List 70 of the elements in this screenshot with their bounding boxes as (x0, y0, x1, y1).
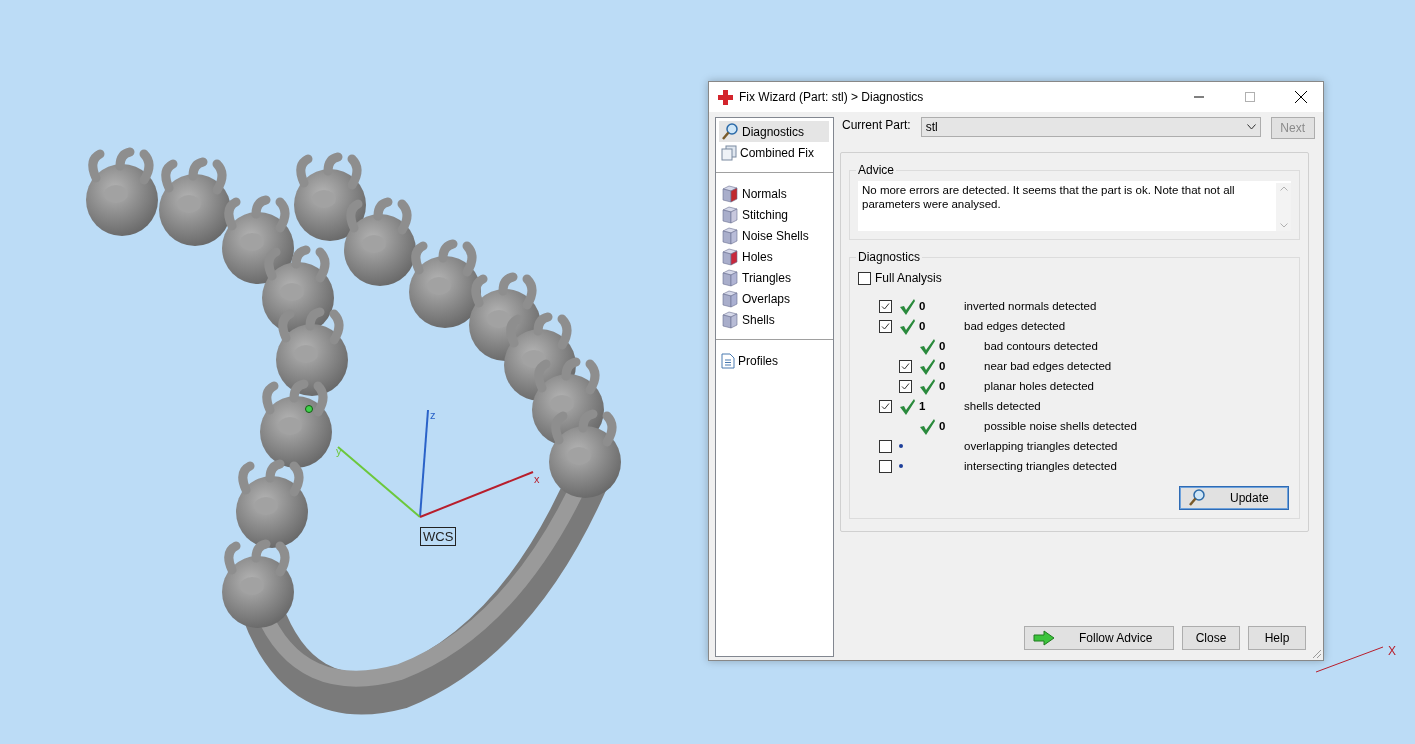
field-label: Current Part: (842, 117, 911, 132)
checkbox[interactable] (858, 271, 871, 285)
diagnostic-label: near bad edges detected (984, 360, 1112, 372)
diagnostic-label: planar holes detected (984, 380, 1094, 392)
nav-item[interactable]: Shells (719, 309, 829, 330)
dialog-button[interactable]: Close (1182, 626, 1240, 650)
nav-item[interactable]: Profiles (719, 350, 829, 371)
update-button[interactable]: Update (1179, 486, 1289, 510)
axis-label: x (534, 473, 540, 485)
checkbox[interactable] (899, 379, 912, 393)
diagnostic-label: overlapping triangles detected (964, 440, 1118, 452)
axis-label: z (430, 409, 436, 421)
diagnostic-label: inverted normals detected (964, 300, 1097, 312)
window-title: Fix Wizard (Part: stl) > Diagnostics (739, 90, 925, 104)
close-icon (1294, 91, 1307, 103)
diagnostic-label: shells detected (964, 400, 1041, 412)
checkbox[interactable] (899, 359, 912, 373)
follow-advice-button[interactable]: Follow Advice (1024, 626, 1174, 650)
count-value: 0 (919, 300, 926, 312)
cube-icon (721, 205, 739, 224)
chevron-down-icon (1279, 223, 1288, 228)
cube-icon (721, 289, 739, 308)
diagnostic-label: bad edges detected (964, 320, 1066, 332)
count-value: 0 (939, 420, 946, 432)
count-value: 0 (939, 360, 946, 372)
count-value: 0 (939, 340, 946, 352)
resize-grip-icon[interactable] (1312, 649, 1322, 659)
count-value: 1 (919, 400, 926, 412)
checkbox[interactable] (879, 319, 892, 333)
nav-item[interactable]: Triangles (719, 267, 829, 288)
cube-icon (721, 226, 739, 245)
checkbox[interactable] (879, 439, 892, 453)
diagnostic-label: possible noise shells detected (984, 420, 1137, 432)
checkbox[interactable] (879, 299, 892, 313)
dialog-button[interactable]: Help (1248, 626, 1306, 650)
magnifier-icon (1188, 489, 1206, 507)
pivot-point (305, 405, 313, 413)
part-dropdown[interactable]: stl (920, 117, 1261, 137)
nav-item[interactable]: Normals (719, 183, 829, 204)
group-title: Diagnostics (857, 250, 922, 264)
document-icon (721, 352, 735, 369)
maximize-icon (1244, 92, 1255, 102)
arrow-right-icon (1033, 630, 1055, 646)
full-analysis-checkbox[interactable]: Full Analysis (858, 268, 1291, 288)
nav-item[interactable]: Overlaps (719, 288, 829, 309)
coordinate-system-label: WCS (420, 527, 457, 546)
cross-logo-icon (718, 89, 733, 105)
nav-item[interactable]: Stitching (719, 204, 829, 225)
axis-line (1315, 646, 1384, 673)
group-title: Advice (857, 163, 896, 177)
cube-icon (721, 247, 739, 266)
cube-icon (721, 268, 739, 287)
nav-item[interactable]: Diagnostics (719, 121, 829, 142)
count-value: 0 (939, 380, 946, 392)
stacked-sheets-icon (721, 144, 737, 161)
checkbox[interactable] (879, 399, 892, 413)
nav-item[interactable]: Holes (719, 246, 829, 267)
chevron-up-icon (1279, 186, 1288, 191)
cube-icon (721, 310, 739, 329)
diagnostic-label: bad contours detected (984, 340, 1098, 352)
cube-icon (721, 184, 739, 203)
advice-text: No more errors are detected. It seems that the part is ok. Note that not all parameters were analysed. (862, 183, 1236, 212)
diagnostic-label: intersecting triangles detected (964, 460, 1117, 472)
axis-label: X (1388, 644, 1396, 658)
count-value: 0 (919, 320, 926, 332)
chevron-down-icon (1246, 124, 1256, 130)
magnifier-icon (721, 122, 739, 141)
nav-item[interactable]: Noise Shells (719, 225, 829, 246)
nav-item[interactable]: Combined Fix (719, 142, 829, 163)
checkbox[interactable] (879, 459, 892, 473)
